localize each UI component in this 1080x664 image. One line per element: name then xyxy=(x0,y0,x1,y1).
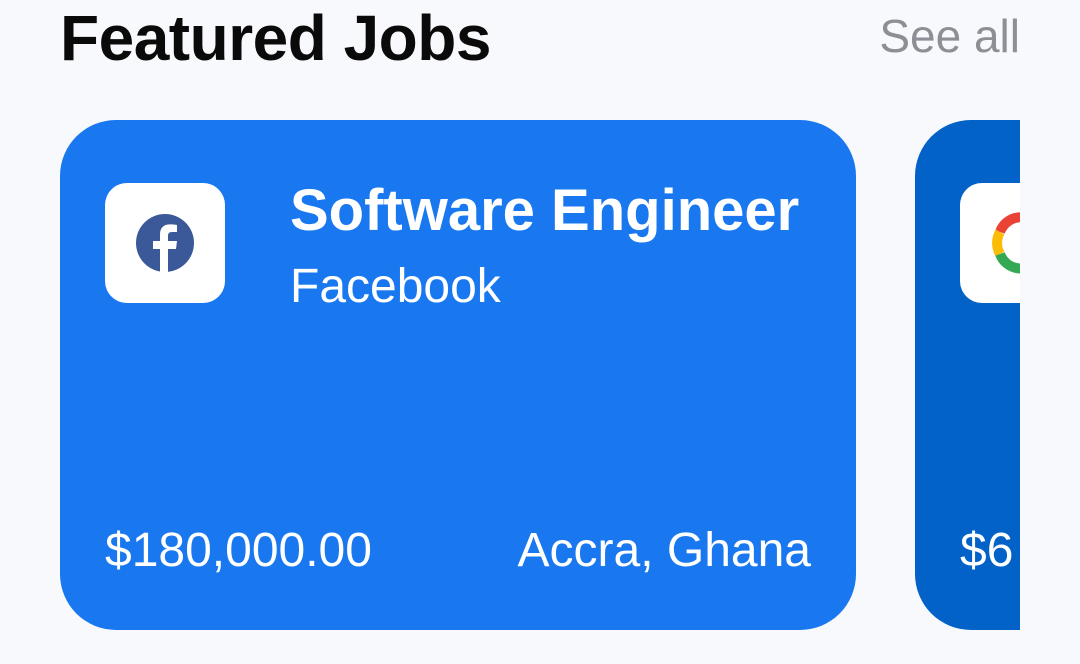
company-logo xyxy=(960,183,1020,303)
featured-jobs-header: Featured Jobs See all xyxy=(60,0,1020,80)
salary: $180,000.00 xyxy=(105,524,372,577)
featured-jobs-carousel[interactable]: Software Engineer Facebook $180,000.00 A… xyxy=(0,120,1020,632)
see-all-link[interactable]: See all xyxy=(879,10,1020,62)
company-name: Facebook xyxy=(290,260,501,313)
job-card-google[interactable]: $6 xyxy=(915,120,1020,630)
facebook-logo-icon xyxy=(136,214,194,273)
job-title: Software Engineer xyxy=(290,178,800,243)
company-logo xyxy=(105,183,225,303)
salary: $6 xyxy=(960,524,1014,577)
google-logo-icon xyxy=(992,212,1020,274)
location: Accra, Ghana xyxy=(517,524,811,577)
section-title: Featured Jobs xyxy=(60,2,491,74)
job-card-software-engineer[interactable]: Software Engineer Facebook $180,000.00 A… xyxy=(60,120,856,630)
